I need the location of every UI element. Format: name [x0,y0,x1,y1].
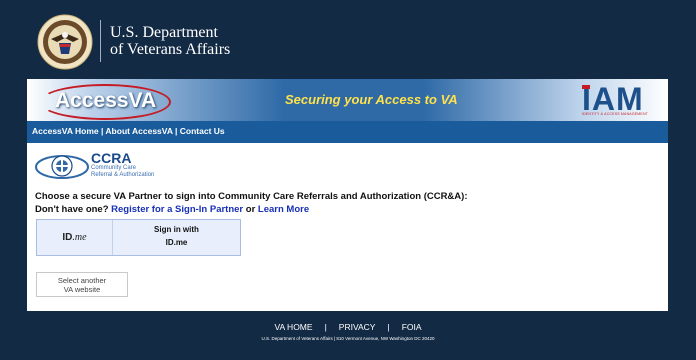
select-another-website-button[interactable]: Select another VA website [36,272,128,297]
register-link[interactable]: Register for a Sign-In Partner [111,204,243,215]
nav-contact-link[interactable]: Contact Us [180,126,225,136]
header-divider [100,20,101,62]
accessva-logo-text: AccessVA [55,89,157,112]
choose-partner-text: Choose a secure VA Partner to sign into … [35,191,468,202]
title-line-2: of Veterans Affairs [110,41,231,58]
iam-accent-bar [582,85,590,89]
no-account-line: Don't have one? Register for a Sign-In P… [35,204,309,215]
nav-home-link[interactable]: AccessVA Home [32,126,99,136]
accessva-logo[interactable]: AccessVA [39,82,179,120]
app-subtitle-2: Referral & Authorization [91,172,155,178]
footer-home-link[interactable]: VA HOME [274,322,312,332]
iam-logo: IAM IDENTITY & ACCESS MANAGEMENT [578,81,658,117]
other-button-line-2: VA website [63,285,101,294]
iam-subtext: IDENTITY & ACCESS MANAGEMENT [582,112,649,116]
learn-more-link[interactable]: Learn More [258,204,309,215]
footer-separator: | [387,322,390,332]
footer-address: U.S. Department of Veterans Affairs | 81… [261,336,435,341]
footer-links: VA HOME | PRIVACY | FOIA [0,322,696,332]
or-text: or [243,204,258,215]
va-seal-icon [37,14,93,70]
nav-separator: | [172,126,180,136]
page: U.S. Department of Veterans Affairs Acce… [0,0,696,360]
title-line-1: U.S. Department [110,24,218,41]
nav-bar: AccessVA Home | About AccessVA | Contact… [27,121,668,143]
app-name: CCRA [91,150,132,166]
department-title[interactable]: U.S. Department of Veterans Affairs [110,24,230,58]
sign-in-panel: CCRA Community Care Referral & Authoriza… [27,143,668,311]
idme-sign-in-button[interactable]: Sign in with ID.me [113,220,240,255]
idme-logo-text: ID [62,232,73,243]
nav-about-link[interactable]: About AccessVA [105,126,172,136]
ccra-logo-icon [35,155,89,179]
idme-sign-in-option[interactable]: ID .me Sign in with ID.me [36,219,241,256]
accessva-banner: AccessVA Securing your Access to VA IAM … [27,79,668,121]
footer-privacy-link[interactable]: PRIVACY [339,322,376,332]
idme-button-line-2: ID.me [165,238,188,247]
other-button-line-1: Select another [57,276,107,285]
no-account-text: Don't have one? [35,204,112,215]
va-header: U.S. Department of Veterans Affairs [0,0,696,78]
idme-logo: ID .me [37,220,112,255]
idme-logo-suffix: .me [72,232,87,243]
banner-tagline: Securing your Access to VA [285,92,458,107]
idme-button-line-1: Sign in with [154,225,199,234]
footer-separator: | [324,322,327,332]
footer-foia-link[interactable]: FOIA [402,322,422,332]
app-subtitle-1: Community Care [91,165,137,171]
